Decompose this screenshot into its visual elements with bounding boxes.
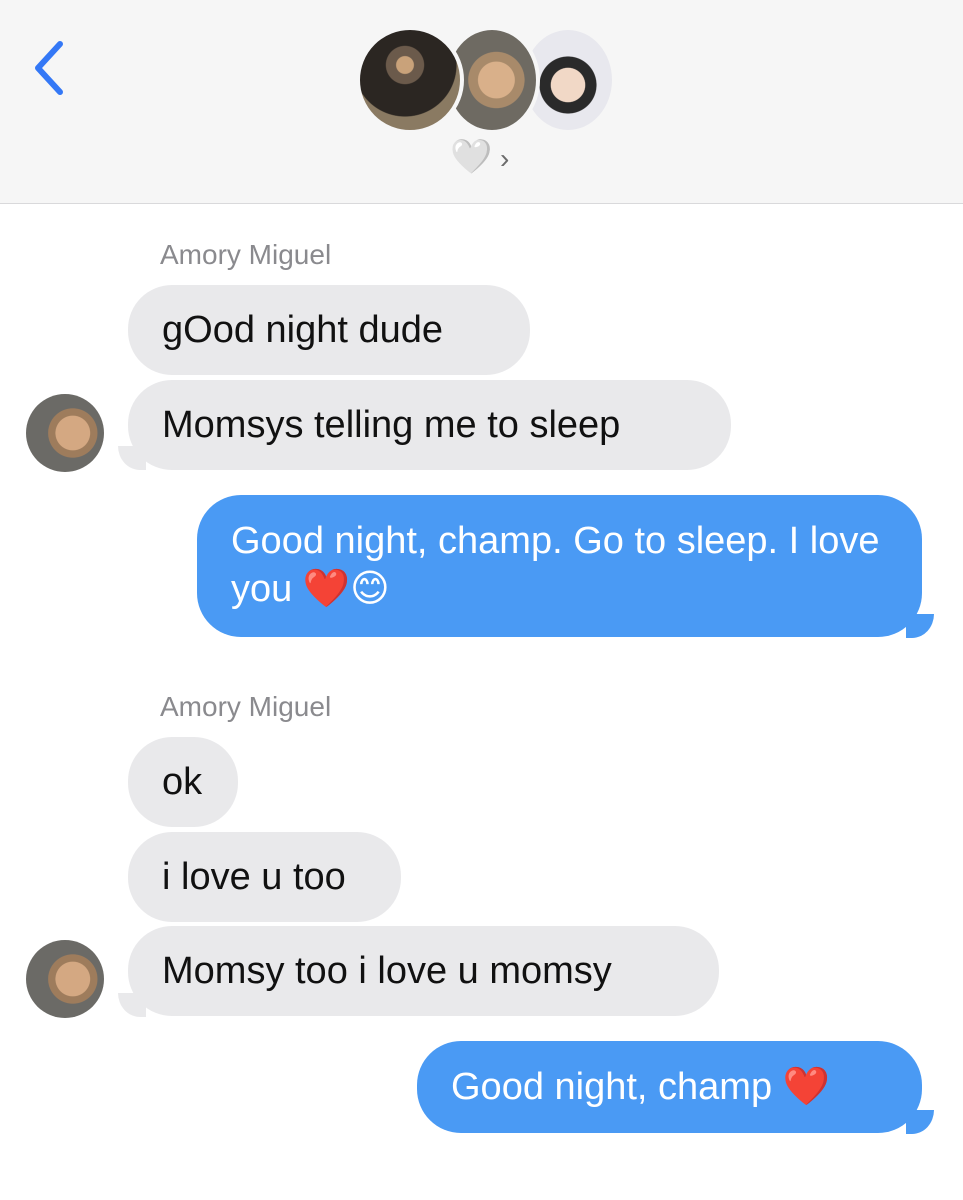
conversation-header: 🤍 › (0, 0, 963, 204)
message-bubble-incoming[interactable]: Momsys telling me to sleep (128, 380, 731, 470)
sender-name: Amory Miguel (160, 691, 332, 722)
message-bubble-incoming[interactable]: ok (128, 737, 238, 827)
group-name[interactable]: 🤍 (450, 138, 492, 176)
message-bubble-outgoing[interactable]: Good night, champ ❤️ (417, 1041, 922, 1133)
contact-avatar[interactable] (26, 940, 104, 1018)
message-bubble-incoming[interactable]: i love u too (128, 832, 401, 922)
chevron-right-icon[interactable]: › (500, 144, 509, 174)
message-bubble-incoming[interactable]: gOod night dude (128, 285, 530, 375)
contact-avatar[interactable] (26, 394, 104, 472)
back-button[interactable] (28, 38, 72, 98)
message-bubble-incoming[interactable]: Momsy too i love u momsy (128, 926, 719, 1016)
group-avatar-1[interactable] (356, 26, 464, 134)
chevron-left-icon (35, 41, 63, 95)
sender-name: Amory Miguel (160, 239, 332, 270)
message-bubble-outgoing[interactable]: Good night, champ. Go to sleep. I love y… (197, 495, 922, 637)
